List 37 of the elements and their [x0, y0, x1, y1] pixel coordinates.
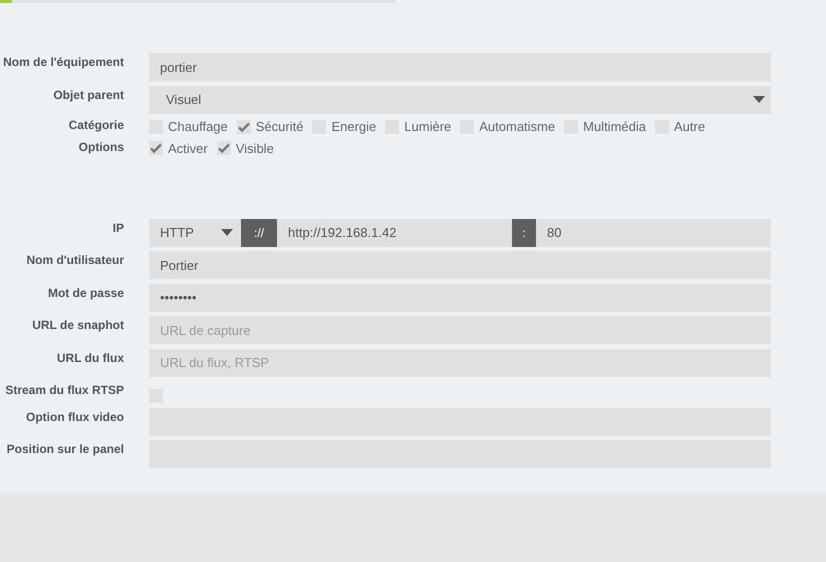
checkbox-option[interactable]: Multimédia [564, 119, 646, 134]
text-field[interactable]: portier [149, 53, 771, 81]
field-label: Nom d'utilisateur [25, 252, 124, 267]
dropdown[interactable]: Visuel [149, 86, 771, 114]
text-field[interactable]: •••••••• [149, 284, 771, 312]
checkbox[interactable] [149, 141, 163, 155]
field-label: Option flux video [25, 408, 124, 424]
checkbox[interactable] [236, 120, 251, 134]
text-field[interactable]: Portier [149, 251, 771, 279]
checkbox-option[interactable]: Visible [216, 140, 274, 156]
caret-icon [753, 96, 765, 103]
text-field[interactable]: URL de capture [149, 316, 771, 344]
port-field[interactable]: 80 [536, 218, 771, 246]
caret-icon [221, 229, 233, 236]
text-field[interactable]: URL du flux, RTSP [149, 348, 771, 376]
field-label: Objet parent [52, 86, 124, 102]
field-label: URL de snaphot [31, 317, 124, 332]
field-label: URL du flux [56, 350, 124, 364]
protocol-dropdown[interactable]: HTTP [149, 218, 241, 246]
checkbox[interactable] [216, 141, 231, 155]
checkbox-option[interactable]: Activer [149, 140, 208, 156]
field-label: Stream du flux RTSP [4, 382, 124, 397]
checkbox-option[interactable]: Sécurité [236, 119, 304, 134]
field-label: Nom de l'équipement [2, 54, 124, 69]
checkbox-option[interactable]: Energie [312, 119, 376, 134]
checkbox-option[interactable]: Chauffage [149, 119, 228, 134]
field-label: IP [112, 220, 124, 234]
checkbox-option[interactable]: Autre [654, 119, 706, 134]
separator-label: :// [241, 218, 277, 246]
checkbox-option[interactable]: Lumière [385, 119, 452, 134]
address-field[interactable]: http://192.168.1.42 [277, 218, 512, 246]
checkbox-option[interactable]: Automatisme [460, 119, 556, 134]
field-label: Options [78, 140, 124, 154]
field-label: Catégorie [68, 118, 124, 132]
separator-label: : [512, 218, 536, 246]
field-label: Mot de passe [46, 284, 124, 300]
field-label: Position sur le panel [6, 441, 124, 456]
